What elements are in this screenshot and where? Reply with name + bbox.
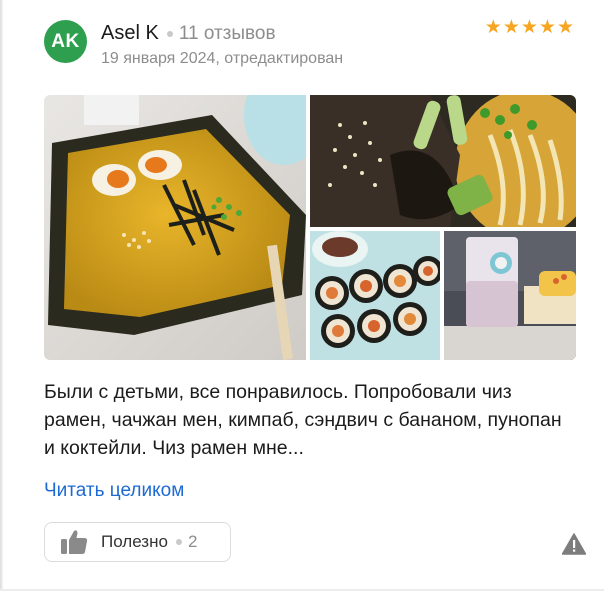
star-icon: ★	[484, 17, 502, 38]
review-card: AK Asel K 11 отзывов 19 января 2024, отр…	[0, 0, 604, 591]
author-row: Asel K 11 отзывов	[101, 22, 276, 45]
thumbs-up-icon	[60, 529, 88, 555]
author-name[interactable]: Asel K	[101, 22, 159, 45]
photo-kimbap[interactable]	[310, 231, 440, 360]
photo-gallery	[44, 95, 576, 360]
photo-ramen[interactable]	[44, 95, 306, 360]
star-icon: ★	[538, 17, 556, 38]
photo-noodles[interactable]	[310, 95, 576, 227]
separator-dot	[175, 539, 182, 545]
star-icon: ★	[520, 17, 538, 38]
useful-button[interactable]: Полезно 2	[44, 522, 231, 562]
avatar[interactable]: AK	[44, 20, 87, 63]
rating-stars: ★ ★ ★ ★ ★	[485, 18, 574, 38]
review-date: 19 января 2024, отредактирован	[101, 50, 344, 67]
avatar-initials: AK	[51, 30, 80, 52]
separator-dot	[166, 30, 173, 37]
useful-label: Полезно	[101, 532, 168, 551]
warning-icon[interactable]	[561, 533, 587, 555]
star-icon: ★	[502, 17, 520, 38]
ramen-photo-image	[44, 95, 306, 360]
review-text: Были с детьми, все понравилось. Попробов…	[44, 381, 562, 459]
kimbap-photo-image	[310, 231, 440, 360]
author-reviews-count: 11 отзывов	[178, 22, 276, 44]
cocktail-photo-image	[444, 231, 576, 360]
read-more-link[interactable]: Читать целиком	[44, 480, 184, 502]
left-edge-divider	[0, 0, 3, 591]
photo-cocktail[interactable]	[444, 231, 576, 360]
useful-count: 2	[187, 532, 198, 551]
star-icon: ★	[556, 17, 574, 38]
noodles-photo-image	[310, 95, 576, 227]
